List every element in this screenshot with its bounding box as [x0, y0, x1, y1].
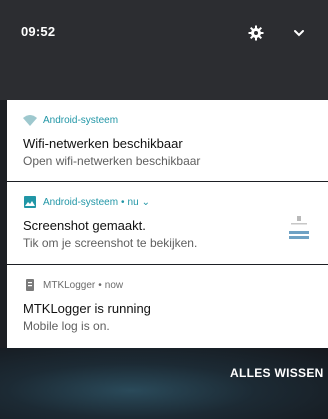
- clear-all-button[interactable]: ALLES WISSEN: [230, 366, 324, 380]
- wallpaper-background: [0, 348, 328, 419]
- clock: 09:52: [21, 24, 56, 39]
- notification-title: Screenshot gemaakt.: [23, 218, 146, 233]
- logger-icon: [23, 279, 37, 291]
- notification-body: Mobile log is on.: [23, 319, 110, 333]
- chevron-down-icon[interactable]: [292, 26, 306, 40]
- notification-title: Wifi-netwerken beschikbaar: [23, 136, 183, 151]
- notification-header: MTKLogger • now: [23, 278, 123, 292]
- notification-body: Tik om je screenshot te bekijken.: [23, 236, 198, 250]
- wifi-icon: [23, 114, 37, 126]
- notification-app-name: Android-systeem: [43, 196, 119, 208]
- notification-time: now: [104, 279, 124, 291]
- notification-body: Open wifi-netwerken beschikbaar: [23, 154, 201, 168]
- notification-header: Android-systeem • nu ⌄: [23, 195, 150, 209]
- status-bar: 09:52: [0, 0, 328, 60]
- gear-icon[interactable]: [248, 25, 264, 41]
- image-icon: [23, 196, 37, 208]
- notification-app-name: MTKLogger: [43, 279, 96, 291]
- notification-mtklogger[interactable]: MTKLogger • now MTKLogger is running Mob…: [7, 265, 328, 348]
- notification-header: Android-systeem: [23, 113, 118, 127]
- screenshot-thumbnail: [286, 213, 312, 245]
- notification-time: nu: [127, 196, 139, 208]
- notification-screenshot[interactable]: Android-systeem • nu ⌄ Screenshot gemaak…: [7, 182, 328, 264]
- notification-title: MTKLogger is running: [23, 301, 151, 316]
- notification-app-name: Android-systeem: [43, 114, 119, 126]
- quick-settings-row: [0, 60, 328, 146]
- header-separator: •: [98, 279, 102, 291]
- expand-chevron-icon[interactable]: ⌄: [142, 197, 150, 208]
- header-separator: •: [121, 196, 125, 208]
- notification-wifi[interactable]: Android-systeem Wifi-netwerken beschikba…: [7, 100, 328, 181]
